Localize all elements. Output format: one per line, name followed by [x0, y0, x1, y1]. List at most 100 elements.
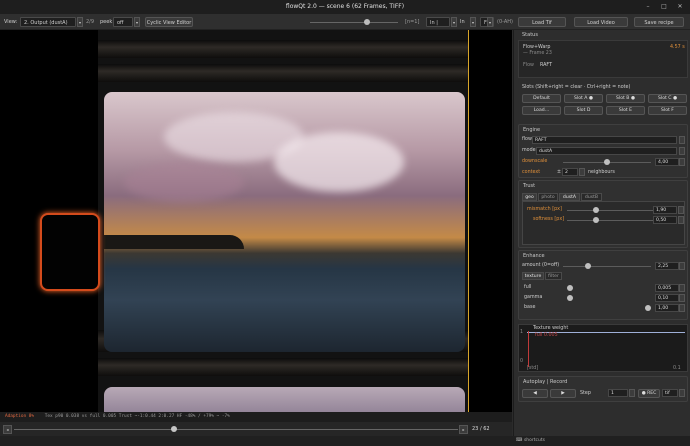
- engine-flow-chevron-icon[interactable]: [679, 136, 685, 144]
- slot-d-button[interactable]: Slot D: [564, 106, 603, 115]
- gamma-spin-icon[interactable]: [679, 294, 685, 302]
- shortcuts-link[interactable]: ⌨ shortcuts: [516, 437, 545, 445]
- engine-mode-chevron-icon[interactable]: [679, 147, 685, 155]
- next-frame-button[interactable]: ▸: [459, 425, 468, 434]
- load-slot-button[interactable]: Load…: [522, 106, 561, 115]
- tab-geo[interactable]: geo: [522, 193, 537, 201]
- film-perforation-band: [98, 64, 468, 82]
- record-button[interactable]: ● REC: [638, 389, 660, 398]
- peek-chevron-icon[interactable]: ▾: [134, 17, 140, 27]
- step-value[interactable]: 1: [608, 389, 628, 397]
- enhance-title: Enhance: [523, 253, 545, 259]
- softness-value[interactable]: 0,50: [653, 216, 677, 224]
- gamma-slider-knob[interactable]: [567, 295, 573, 301]
- default-slot-button[interactable]: Default: [522, 94, 561, 103]
- view-select[interactable]: 2. Output (dustA): [20, 17, 76, 27]
- softness-slider-knob[interactable]: [593, 217, 600, 223]
- tab-filter[interactable]: filter: [545, 272, 562, 280]
- slots-title: Slots (Shift+right = clear · Ctrl+right …: [522, 85, 631, 90]
- frame-cursor-line[interactable]: [468, 30, 469, 412]
- save-recipe-button[interactable]: Save recipe: [634, 17, 684, 27]
- scrubber-track[interactable]: [14, 429, 458, 430]
- in-view-select[interactable]: In | View: [426, 17, 450, 36]
- film-perforation-band: [98, 40, 468, 58]
- view-count: 2/9: [86, 19, 95, 25]
- in-chevron-icon[interactable]: ▾: [470, 17, 476, 27]
- record-format-chevron-icon[interactable]: [679, 389, 685, 397]
- autoplay-prev-button[interactable]: ◀: [522, 389, 548, 398]
- full-value[interactable]: 0,005: [655, 284, 679, 292]
- tab-texture[interactable]: texture: [522, 272, 544, 280]
- downscale-value[interactable]: 4,00: [655, 158, 679, 166]
- gamma-value[interactable]: 0,10: [655, 294, 679, 302]
- keyboard-icon: ⌨: [516, 438, 524, 443]
- status-flow-value: RAFT: [540, 63, 553, 68]
- mismatch-slider-track[interactable]: [567, 210, 655, 211]
- tab-dusta[interactable]: dustA: [559, 193, 580, 201]
- slot-b-button[interactable]: Slot B ●: [606, 94, 645, 103]
- full-threshold-marker: [528, 331, 529, 367]
- context-prefix: ±: [557, 170, 562, 175]
- amount-slider-knob[interactable]: [584, 263, 591, 269]
- scrubber-knob[interactable]: [171, 426, 178, 432]
- base-slider-knob[interactable]: [645, 305, 651, 311]
- shortcut-hint: (0-AH): [497, 19, 513, 25]
- mismatch-spin-icon[interactable]: [678, 206, 684, 214]
- zoom-slider-track[interactable]: [310, 22, 398, 23]
- tab-photo[interactable]: photo: [538, 193, 558, 201]
- context-suffix: neighbours: [588, 170, 615, 175]
- load-video-button[interactable]: Load Video: [574, 17, 628, 27]
- amount-value[interactable]: 2,25: [655, 262, 679, 270]
- amount-slider-track[interactable]: [563, 266, 651, 267]
- cloud-shape: [124, 162, 244, 202]
- graph-title: Texture weight: [533, 326, 569, 331]
- window-titlebar: flowQt 2.0 — scene 6 (62 Frames, TIFF) –…: [0, 0, 690, 14]
- full-slider-knob[interactable]: [567, 285, 573, 291]
- peek-select[interactable]: off: [113, 17, 133, 27]
- full-spin-icon[interactable]: [679, 284, 685, 292]
- zoom-slider-knob[interactable]: [364, 19, 370, 25]
- dust-marker-outline: [40, 213, 100, 291]
- amount-spin-icon[interactable]: [679, 262, 685, 270]
- gamma-label: gamma: [524, 295, 543, 300]
- image-viewer[interactable]: [0, 30, 512, 412]
- context-value[interactable]: 2: [562, 168, 578, 176]
- slot-c-button[interactable]: Slot C ●: [648, 94, 687, 103]
- autoplay-section: Autoplay | Record ◀ ▶ Step 1 ● REC tif: [518, 376, 688, 402]
- context-spin-icon[interactable]: [579, 168, 585, 176]
- close-icon[interactable]: ✕: [676, 3, 684, 11]
- downscale-slider-knob[interactable]: [604, 159, 610, 165]
- window-controls: – □ ✕: [644, 3, 684, 11]
- minimize-icon[interactable]: –: [644, 3, 652, 11]
- graph-y-bottom: 0: [520, 359, 524, 364]
- film-perforation-band: [98, 358, 468, 376]
- cyclic-view-editor-button[interactable]: Cyclic View Editor: [145, 17, 193, 27]
- view-select-chevron-icon[interactable]: ▾: [77, 17, 83, 27]
- mismatch-value[interactable]: 1,90: [653, 206, 677, 214]
- engine-mode-select[interactable]: dustA: [536, 147, 677, 155]
- load-tif-button[interactable]: Load Tif: [518, 17, 566, 27]
- trust-tab-panel: mismatch [px] 1,90 softness [px] 0,50: [522, 201, 685, 245]
- texture-weight-graph[interactable]: Texture weight 1 0 full 0.005 [std] 0.1: [518, 324, 688, 372]
- base-value[interactable]: 1,00: [655, 304, 679, 312]
- downscale-spin-icon[interactable]: [679, 158, 685, 166]
- autoplay-next-button[interactable]: ▶: [550, 389, 576, 398]
- fit-chevron-icon[interactable]: ▾: [487, 17, 493, 27]
- step-spin-icon[interactable]: [629, 389, 635, 397]
- mismatch-slider-knob[interactable]: [593, 207, 600, 213]
- engine-flow-select[interactable]: RAFT: [532, 136, 677, 144]
- prev-frame-button[interactable]: ◂: [3, 425, 12, 434]
- slot-f-button[interactable]: Slot F: [648, 106, 687, 115]
- maximize-icon[interactable]: □: [660, 3, 668, 11]
- status-flow-label: Flow: [523, 63, 534, 68]
- in-view-chevron-icon[interactable]: ▾: [451, 17, 457, 27]
- softness-slider-track[interactable]: [567, 220, 655, 221]
- softness-spin-icon[interactable]: [678, 216, 684, 224]
- slot-a-button[interactable]: Slot A ●: [564, 94, 603, 103]
- record-format-select[interactable]: tif: [662, 389, 678, 397]
- base-spin-icon[interactable]: [679, 304, 685, 312]
- view-label: View:: [4, 19, 18, 25]
- slot-e-button[interactable]: Slot E: [606, 106, 645, 115]
- tab-dustb[interactable]: dustB: [581, 193, 602, 201]
- graph-y-top: 1: [520, 330, 524, 335]
